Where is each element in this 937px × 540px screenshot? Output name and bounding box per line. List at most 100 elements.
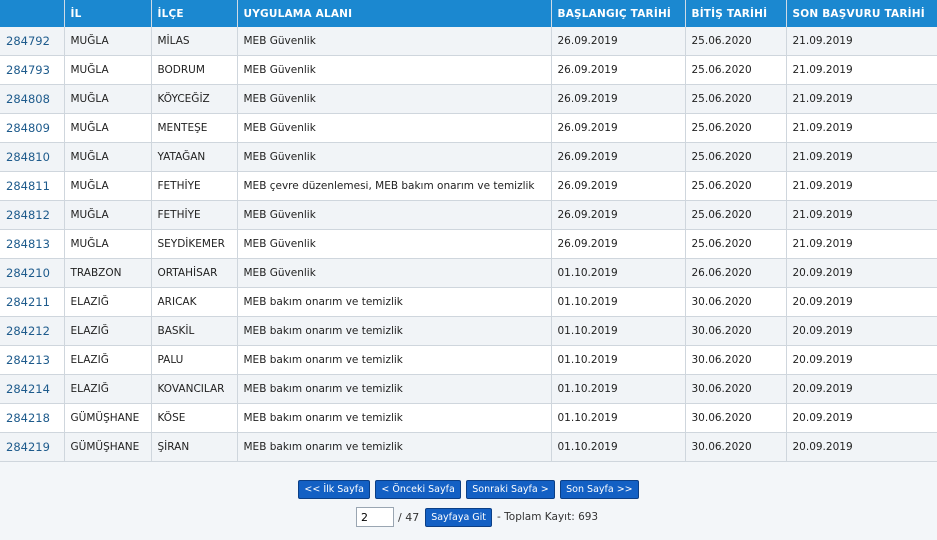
- row-id-link[interactable]: 284813: [6, 237, 50, 251]
- cell-uygulama-alani: MEB Güvenlik: [237, 229, 552, 259]
- col-header-il[interactable]: İL: [64, 0, 152, 27]
- cell-il: MUĞLA: [64, 171, 152, 201]
- cell-bitis: 25.06.2020: [685, 229, 787, 259]
- cell-il: ELAZIĞ: [64, 316, 152, 346]
- table-row[interactable]: 284792 MUĞLA MİLAS MEB Güvenlik 26.09.2019 25…: [0, 27, 937, 56]
- cell-baslangic: 26.09.2019: [551, 27, 686, 56]
- cell-uygulama-alani: MEB Güvenlik: [237, 27, 552, 56]
- col-header-id[interactable]: [0, 0, 65, 27]
- cell-uygulama-alani: MEB bakım onarım ve temizlik: [237, 287, 552, 317]
- first-page-button[interactable]: << İlk Sayfa: [298, 480, 370, 499]
- table-row[interactable]: 284214 ELAZIĞ KOVANCILAR MEB bakım onarım v…: [0, 374, 937, 404]
- cell-ilce: BASKİL: [151, 316, 238, 346]
- table-row[interactable]: 284218 GÜMÜŞHANE KÖSE MEB bakım onarım ve t…: [0, 403, 937, 433]
- table-row[interactable]: 284213 ELAZIĞ PALU MEB bakım onarım ve temi…: [0, 345, 937, 375]
- cell-son-basvuru: 21.09.2019: [786, 84, 937, 114]
- row-id-link[interactable]: 284810: [6, 150, 50, 164]
- table-row[interactable]: 284813 MUĞLA SEYDİKEMER MEB Güvenlik 26.09.2…: [0, 229, 937, 259]
- cell-baslangic: 26.09.2019: [551, 113, 686, 143]
- row-id-link[interactable]: 284211: [6, 295, 50, 309]
- cell-il: MUĞLA: [64, 27, 152, 56]
- col-header-son-basvuru[interactable]: SON BAŞVURU TARİHİ: [786, 0, 937, 27]
- page-number-input[interactable]: [356, 507, 394, 527]
- cell-ilce: BODRUM: [151, 55, 238, 85]
- row-id-link[interactable]: 284214: [6, 382, 50, 396]
- cell-son-basvuru: 21.09.2019: [786, 113, 937, 143]
- cell-bitis: 26.06.2020: [685, 258, 787, 288]
- cell-bitis: 25.06.2020: [685, 171, 787, 201]
- table-row[interactable]: 284793 MUĞLA BODRUM MEB Güvenlik 26.09.2019 2…: [0, 55, 937, 85]
- col-header-ilce[interactable]: İLÇE: [151, 0, 238, 27]
- cell-baslangic: 01.10.2019: [551, 345, 686, 375]
- table-row[interactable]: 284210 TRABZON ORTAHİSAR MEB Güvenlik 01.10.…: [0, 258, 937, 288]
- row-id-link[interactable]: 284808: [6, 92, 50, 106]
- row-id-link[interactable]: 284219: [6, 440, 50, 454]
- cell-son-basvuru: 20.09.2019: [786, 316, 937, 346]
- cell-ilce: MİLAS: [151, 27, 238, 56]
- table-row[interactable]: 284211 ELAZIĞ ARICAK MEB bakım onarım ve te…: [0, 287, 937, 317]
- cell-il: MUĞLA: [64, 55, 152, 85]
- table-row[interactable]: 284219 GÜMÜŞHANE ŞİRAN MEB bakım onarım ve …: [0, 432, 937, 462]
- col-header-baslangic[interactable]: BAŞLANGIÇ TARİHİ: [551, 0, 686, 27]
- cell-son-basvuru: 21.09.2019: [786, 142, 937, 172]
- row-id-link[interactable]: 284212: [6, 324, 50, 338]
- cell-son-basvuru: 20.09.2019: [786, 374, 937, 404]
- table-row[interactable]: 284810 MUĞLA YATAĞAN MEB Güvenlik 26.09.2019…: [0, 142, 937, 172]
- cell-baslangic: 01.10.2019: [551, 287, 686, 317]
- row-id-link[interactable]: 284809: [6, 121, 50, 135]
- row-id-link[interactable]: 284812: [6, 208, 50, 222]
- cell-ilce: MENTEŞE: [151, 113, 238, 143]
- cell-il: ELAZIĞ: [64, 374, 152, 404]
- table-row[interactable]: 284811 MUĞLA FETHİYE MEB çevre düzenlemesi,…: [0, 171, 937, 201]
- cell-baslangic: 26.09.2019: [551, 229, 686, 259]
- cell-ilce: FETHİYE: [151, 171, 238, 201]
- row-id-link[interactable]: 284792: [6, 34, 50, 48]
- cell-bitis: 30.06.2020: [685, 316, 787, 346]
- cell-il: MUĞLA: [64, 113, 152, 143]
- cell-id: 284810: [0, 142, 65, 172]
- cell-son-basvuru: 21.09.2019: [786, 27, 937, 56]
- table-row[interactable]: 284812 MUĞLA FETHİYE MEB Güvenlik 26.09.2019…: [0, 200, 937, 230]
- cell-id: 284212: [0, 316, 65, 346]
- row-id-link[interactable]: 284213: [6, 353, 50, 367]
- row-id-link[interactable]: 284793: [6, 63, 50, 77]
- cell-son-basvuru: 20.09.2019: [786, 345, 937, 375]
- row-id-link[interactable]: 284811: [6, 179, 50, 193]
- last-page-button[interactable]: Son Sayfa >>: [560, 480, 639, 499]
- cell-ilce: FETHİYE: [151, 200, 238, 230]
- cell-bitis: 25.06.2020: [685, 200, 787, 230]
- cell-il: MUĞLA: [64, 142, 152, 172]
- row-id-link[interactable]: 284210: [6, 266, 50, 280]
- row-id-link[interactable]: 284218: [6, 411, 50, 425]
- cell-il: ELAZIĞ: [64, 287, 152, 317]
- cell-il: MUĞLA: [64, 229, 152, 259]
- cell-baslangic: 26.09.2019: [551, 171, 686, 201]
- goto-page-button[interactable]: Sayfaya Git: [425, 507, 493, 527]
- cell-baslangic: 26.09.2019: [551, 55, 686, 85]
- cell-bitis: 25.06.2020: [685, 27, 787, 56]
- col-header-uygulama-alani[interactable]: UYGULAMA ALANI: [237, 0, 552, 27]
- cell-son-basvuru: 20.09.2019: [786, 432, 937, 462]
- table-row[interactable]: 284809 MUĞLA MENTEŞE MEB Güvenlik 26.09.2019…: [0, 113, 937, 143]
- cell-uygulama-alani: MEB Güvenlik: [237, 200, 552, 230]
- cell-il: GÜMÜŞHANE: [64, 403, 152, 433]
- cell-bitis: 25.06.2020: [685, 113, 787, 143]
- cell-id: 284219: [0, 432, 65, 462]
- cell-id: 284813: [0, 229, 65, 259]
- cell-uygulama-alani: MEB bakım onarım ve temizlik: [237, 345, 552, 375]
- cell-id: 284218: [0, 403, 65, 433]
- cell-il: MUĞLA: [64, 200, 152, 230]
- cell-baslangic: 01.10.2019: [551, 432, 686, 462]
- cell-uygulama-alani: MEB Güvenlik: [237, 55, 552, 85]
- cell-son-basvuru: 20.09.2019: [786, 258, 937, 288]
- next-page-button[interactable]: Sonraki Sayfa >: [466, 480, 555, 499]
- total-records: - Toplam Kayıt: 693: [497, 511, 599, 523]
- col-header-bitis[interactable]: BİTİŞ TARİHİ: [685, 0, 787, 27]
- cell-uygulama-alani: MEB Güvenlik: [237, 84, 552, 114]
- cell-uygulama-alani: MEB çevre düzenlemesi, MEB bakım onarım …: [237, 171, 552, 201]
- table-row[interactable]: 284808 MUĞLA KÖYCEĞİZ MEB Güvenlik 26.09.201…: [0, 84, 937, 114]
- cell-son-basvuru: 21.09.2019: [786, 55, 937, 85]
- cell-son-basvuru: 21.09.2019: [786, 229, 937, 259]
- prev-page-button[interactable]: < Önceki Sayfa: [375, 480, 461, 499]
- table-row[interactable]: 284212 ELAZIĞ BASKİL MEB bakım onarım ve te…: [0, 316, 937, 346]
